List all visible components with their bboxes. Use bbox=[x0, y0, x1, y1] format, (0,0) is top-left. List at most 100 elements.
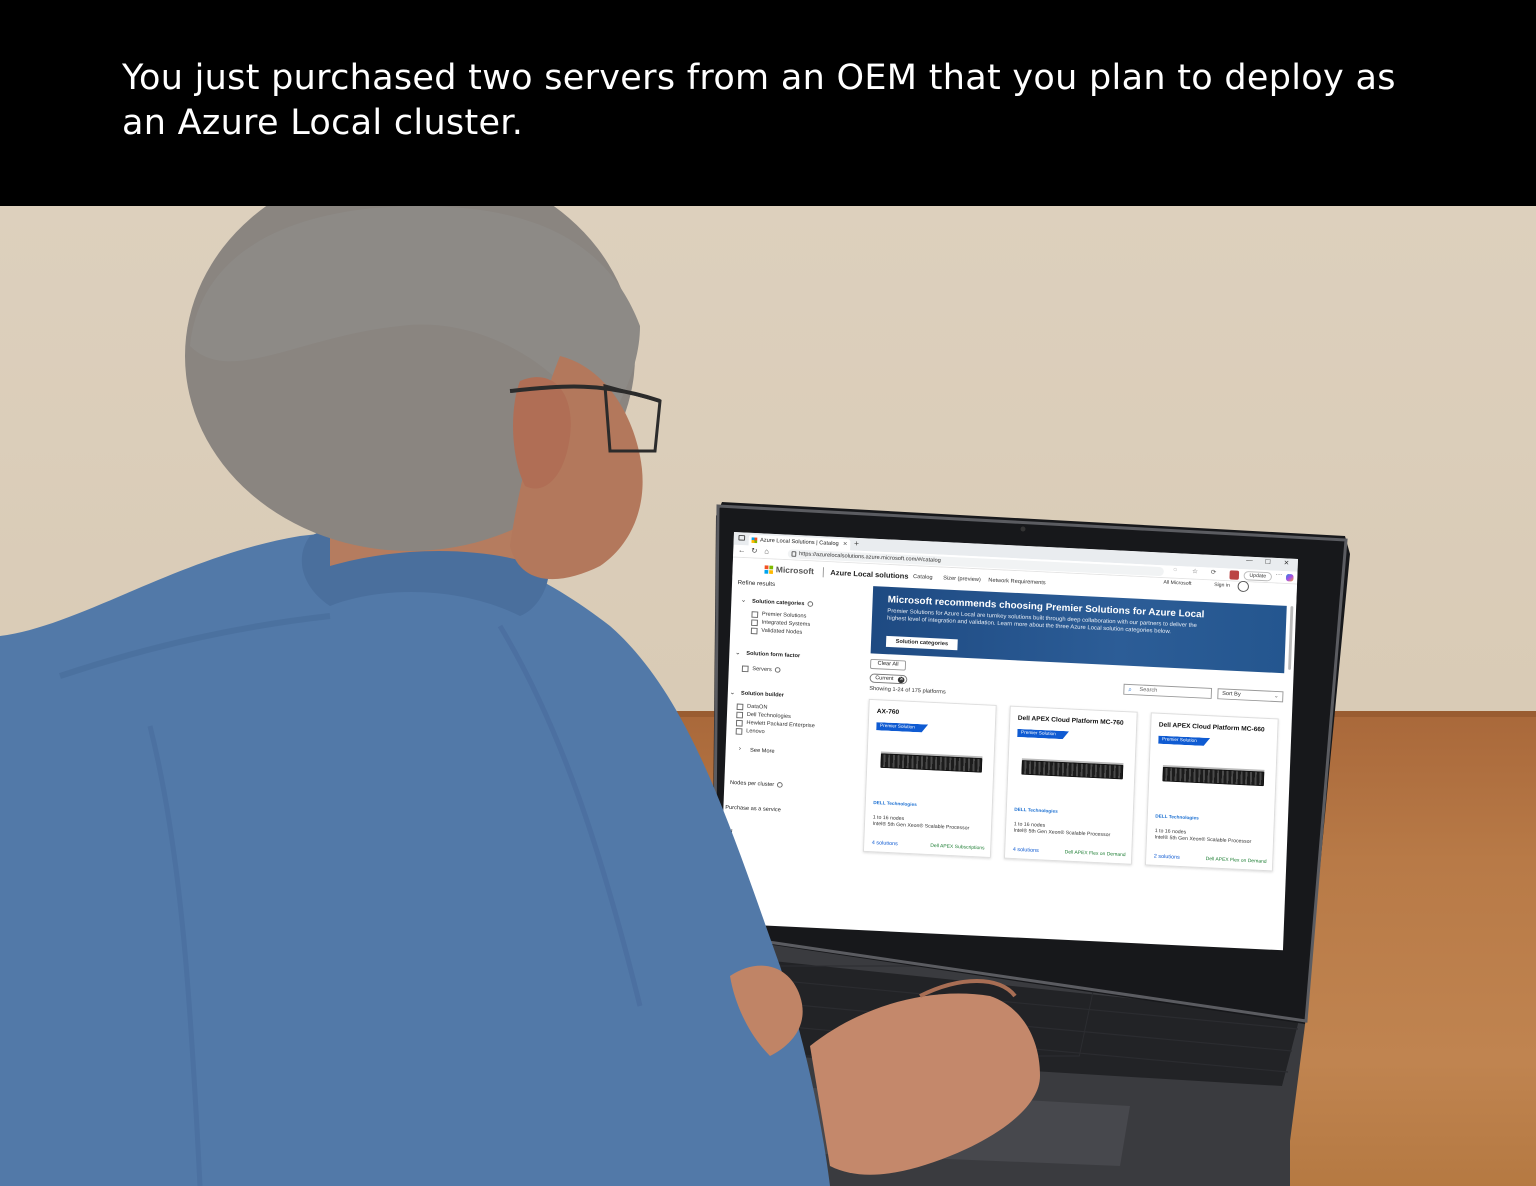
dell-technologies-logo: DELL Technologies bbox=[873, 800, 917, 808]
copilot-icon[interactable] bbox=[1285, 573, 1294, 582]
card-solutions-link[interactable]: 4 solutions bbox=[872, 840, 898, 847]
card-title[interactable]: Dell APEX Cloud Platform MC-760 bbox=[1018, 714, 1135, 728]
more-options-icon[interactable]: ··· bbox=[1276, 572, 1283, 579]
back-icon[interactable]: ← bbox=[738, 546, 746, 555]
lock-icon[interactable] bbox=[791, 551, 797, 557]
filter-solution-categories-label: Solution categories bbox=[751, 599, 805, 608]
remove-filter-icon[interactable]: ✕ bbox=[898, 676, 905, 684]
checkbox[interactable] bbox=[751, 619, 758, 627]
new-tab-icon[interactable]: + bbox=[854, 539, 859, 548]
checkbox-validated-nodes-label: Validated Nodes bbox=[761, 628, 803, 636]
checkbox-dell-technologies[interactable]: Dell Technologies bbox=[736, 711, 791, 720]
premier-solution-badge: Premier Solution bbox=[1158, 736, 1210, 747]
filter-form-factor[interactable]: Solution form factor bbox=[746, 651, 800, 659]
info-icon[interactable] bbox=[807, 601, 813, 607]
checkbox-dataon[interactable]: DataON bbox=[736, 703, 768, 711]
card-title[interactable]: Dell APEX Cloud Platform MC-660 bbox=[1159, 721, 1276, 735]
refine-results-title: Refine results bbox=[737, 579, 776, 588]
filter-cpu[interactable]: CPU bbox=[721, 829, 733, 835]
tab-actions-icon[interactable] bbox=[738, 534, 746, 541]
product-card[interactable]: Dell APEX Cloud Platform MC-660 Premier … bbox=[1144, 712, 1279, 872]
nav-network-requirements[interactable]: Network Requirements bbox=[988, 578, 1046, 586]
card-offer[interactable]: Dell APEX Flex on Demand bbox=[1206, 856, 1267, 864]
info-icon[interactable] bbox=[774, 667, 781, 673]
checkbox[interactable] bbox=[736, 703, 744, 711]
filter-solution-categories[interactable]: Solution categories bbox=[752, 599, 813, 608]
solution-categories-button[interactable]: Solution categories bbox=[885, 635, 958, 651]
header-divider bbox=[822, 567, 824, 578]
filter-purchase-as-service[interactable]: Purchase as a service bbox=[725, 805, 781, 813]
extensions-icon[interactable]: ⟳ bbox=[1211, 569, 1217, 576]
checkbox[interactable] bbox=[736, 711, 744, 719]
filter-pill-label: Current bbox=[875, 675, 894, 682]
checkbox-servers-label: Servers bbox=[752, 666, 772, 673]
checkbox[interactable] bbox=[735, 728, 743, 735]
browser-window: Azure Local Solutions | Catalog ✕ + — ☐ … bbox=[718, 532, 1298, 951]
product-card[interactable]: AX-760 Premier Solution DELL Technologie… bbox=[862, 698, 997, 858]
profile-avatar[interactable] bbox=[1229, 570, 1240, 580]
page-scrollbar[interactable] bbox=[1288, 606, 1294, 670]
sort-label: Sort By bbox=[1222, 691, 1241, 698]
sort-dropdown[interactable]: Sort By ⌄ bbox=[1217, 688, 1284, 703]
caption-band: You just purchased two servers from an O… bbox=[0, 0, 1536, 206]
premier-solution-badge: Premier Solution bbox=[1017, 729, 1069, 740]
filter-nodes-per-cluster[interactable]: Nodes per cluster bbox=[730, 780, 783, 789]
microsoft-favicon-icon bbox=[751, 537, 758, 544]
checkbox-validated-nodes[interactable]: Validated Nodes bbox=[750, 627, 803, 636]
search-input[interactable]: ⌕ Search bbox=[1123, 683, 1213, 699]
close-window-icon[interactable]: ✕ bbox=[1284, 559, 1290, 567]
sign-in-link[interactable]: Sign in bbox=[1214, 582, 1230, 588]
home-icon[interactable]: ⌂ bbox=[764, 547, 769, 555]
checkbox[interactable] bbox=[750, 627, 758, 635]
dell-technologies-logo: DELL Technologies bbox=[1014, 807, 1058, 815]
card-title[interactable]: AX-760 bbox=[877, 708, 994, 722]
microsoft-logo-icon[interactable] bbox=[764, 565, 774, 574]
maximize-icon[interactable]: ☐ bbox=[1265, 558, 1271, 566]
clear-all-button[interactable]: Clear All bbox=[869, 658, 907, 671]
checkbox-hpe-label: Hewlett Packard Enterprise bbox=[746, 720, 815, 730]
checkbox-servers[interactable]: Servers bbox=[741, 665, 781, 673]
filter-nodes-per-cluster-label: Nodes per cluster bbox=[729, 780, 775, 788]
product-card[interactable]: Dell APEX Cloud Platform MC-760 Premier … bbox=[1003, 705, 1138, 865]
checkbox-integrated-systems-label: Integrated Systems bbox=[761, 619, 811, 628]
chevron-down-icon: ⌄ bbox=[1273, 693, 1279, 700]
chevron-down-icon[interactable]: ⌄ bbox=[741, 596, 747, 604]
checkbox[interactable] bbox=[735, 719, 743, 727]
filter-solution-builder[interactable]: Solution builder bbox=[741, 691, 784, 699]
info-icon[interactable] bbox=[776, 782, 783, 788]
results-count: Showing 1-24 of 175 platforms bbox=[869, 686, 946, 696]
see-more-link[interactable]: See More bbox=[750, 748, 775, 755]
card-cpu: Intel® 5th Gen Xeon® Scalable Processor bbox=[1154, 834, 1252, 845]
reader-icon[interactable]: ◌ bbox=[1173, 567, 1177, 574]
chevron-right-icon[interactable]: › bbox=[739, 746, 741, 752]
checkbox-premier-solutions-label: Premier Solutions bbox=[761, 611, 807, 620]
nav-catalog[interactable]: Catalog bbox=[913, 574, 933, 580]
favorite-star-icon[interactable]: ☆ bbox=[1192, 568, 1198, 576]
filter-pill-current[interactable]: Current ✕ bbox=[869, 673, 908, 685]
premier-solution-badge: Premier Solution bbox=[876, 722, 928, 733]
chevron-down-icon[interactable]: ⌄ bbox=[730, 689, 736, 697]
checkbox-premier-solutions[interactable]: Premier Solutions bbox=[751, 611, 807, 620]
checkbox[interactable] bbox=[741, 665, 749, 673]
refresh-icon[interactable]: ↻ bbox=[751, 547, 758, 555]
card-solutions-link[interactable]: 4 solutions bbox=[1013, 847, 1039, 854]
dell-technologies-logo: DELL Technologies bbox=[1155, 813, 1199, 822]
checkbox-integrated-systems[interactable]: Integrated Systems bbox=[751, 619, 811, 628]
update-button[interactable]: Update bbox=[1243, 570, 1273, 582]
minimize-icon[interactable]: — bbox=[1246, 557, 1253, 564]
card-offer[interactable]: Dell APEX Flex on Demand bbox=[1065, 850, 1126, 858]
checkbox-lenovo[interactable]: Lenovo bbox=[735, 728, 765, 735]
checkbox-dataon-label: DataON bbox=[746, 704, 768, 711]
chevron-down-icon[interactable]: ⌄ bbox=[735, 649, 741, 657]
card-cpu: Intel® 5th Gen Xeon® Scalable Processor bbox=[872, 821, 970, 832]
card-solutions-link[interactable]: 2 solutions bbox=[1154, 854, 1180, 861]
microsoft-wordmark[interactable]: Microsoft bbox=[776, 565, 814, 576]
photo-scene: Azure Local Solutions | Catalog ✕ + — ☐ … bbox=[0, 206, 1536, 1186]
search-icon: ⌕ bbox=[1128, 686, 1132, 694]
search-placeholder: Search bbox=[1139, 687, 1158, 694]
checkbox[interactable] bbox=[751, 611, 759, 618]
site-title[interactable]: Azure Local solutions bbox=[830, 569, 908, 581]
nav-sizer[interactable]: Sizer (preview) bbox=[943, 576, 981, 583]
tab-close-icon[interactable]: ✕ bbox=[843, 539, 848, 550]
card-offer[interactable]: Dell APEX Subscriptions bbox=[930, 843, 984, 851]
